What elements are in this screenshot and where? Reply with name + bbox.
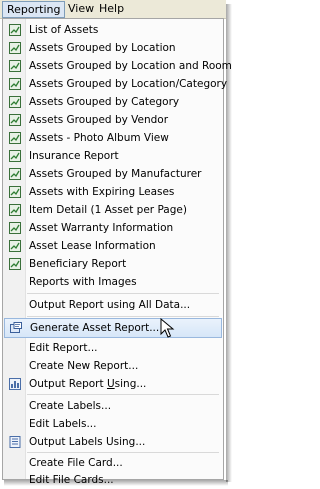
menu-item-label: Assets Grouped by Location — [29, 42, 176, 54]
menu-item-label: Output Labels Using... — [29, 436, 146, 448]
report-icon — [9, 150, 21, 162]
menu-item-grouped-by-location-room[interactable]: Assets Grouped by Location and Room — [4, 57, 232, 75]
report-icon — [9, 114, 21, 126]
menu-item-label: Assets - Photo Album View — [29, 132, 169, 144]
menu-item-label: Output Report using All Data... — [29, 299, 191, 311]
menu-view[interactable]: View — [64, 1, 98, 16]
menu-item-label: Assets with Expiring Leases — [29, 186, 175, 198]
menu-item-label: Generate Asset Report... — [30, 322, 160, 334]
menu-item-label: Create Labels... — [29, 400, 112, 412]
output-labels-icon — [9, 436, 21, 448]
menu-item-label: Beneficiary Report — [29, 258, 127, 270]
report-icon — [9, 168, 21, 180]
menu-item-label: Edit Report... — [29, 342, 98, 354]
report-icon — [9, 78, 21, 90]
menu-item-photo-album-view[interactable]: Assets - Photo Album View — [4, 129, 222, 147]
report-icon — [9, 240, 21, 252]
drop-shadow — [226, 4, 232, 482]
menu-item-output-report-all-data[interactable]: Output Report using All Data... — [4, 296, 222, 314]
menu-item-list-of-assets[interactable]: List of Assets — [4, 21, 222, 39]
report-icon — [9, 24, 21, 36]
report-icon — [9, 60, 21, 72]
menu-item-label: Item Detail (1 Asset per Page) — [29, 204, 187, 216]
reporting-dropdown-menu: List of Assets Assets Grouped by Locatio… — [2, 18, 232, 486]
report-icon — [9, 222, 21, 234]
menu-item-edit-labels[interactable]: Edit Labels... — [4, 415, 222, 433]
menu-item-label: Output Report Using... — [29, 378, 147, 390]
menu-item-create-labels[interactable]: Create Labels... — [4, 397, 222, 415]
report-icon — [9, 132, 21, 144]
menu-separator — [27, 394, 219, 395]
menu-item-label: Insurance Report — [29, 150, 119, 162]
menu-item-warranty-information[interactable]: Asset Warranty Information — [4, 219, 222, 237]
menu-item-beneficiary-report[interactable]: Beneficiary Report — [4, 255, 222, 273]
menu-item-grouped-by-category[interactable]: Assets Grouped by Category — [4, 93, 222, 111]
menu-item-lease-information[interactable]: Asset Lease Information — [4, 237, 222, 255]
menu-reporting[interactable]: Reporting — [2, 1, 66, 18]
menu-item-grouped-by-location-category[interactable]: Assets Grouped by Location/Category — [4, 75, 227, 93]
menu-item-label: Create New Report... — [29, 360, 139, 372]
report-icon — [9, 258, 21, 270]
menu-item-label: Reports with Images — [29, 276, 137, 288]
drop-shadow — [4, 480, 228, 486]
menu-separator — [27, 452, 219, 453]
menu-item-label: Asset Warranty Information — [29, 222, 174, 234]
menu-item-generate-asset-report[interactable]: Generate Asset Report... — [4, 318, 222, 338]
menu-item-grouped-by-manufacturer[interactable]: Assets Grouped by Manufacturer — [4, 165, 222, 183]
menu-item-label: Assets Grouped by Vendor — [29, 114, 169, 126]
report-icon — [9, 186, 21, 198]
report-icon — [9, 204, 21, 216]
menu-separator — [27, 316, 219, 317]
menu-item-label: Create File Card... — [29, 457, 123, 469]
menu-help[interactable]: Help — [95, 1, 128, 16]
report-icon — [9, 96, 21, 108]
menu-item-reports-with-images[interactable]: Reports with Images — [4, 273, 222, 291]
report-icon — [9, 42, 21, 54]
menu-item-label: Assets Grouped by Manufacturer — [29, 168, 202, 180]
mouse-pointer-icon — [160, 318, 175, 338]
output-report-icon — [9, 378, 21, 390]
menu-item-label: Assets Grouped by Location and Room — [29, 60, 232, 72]
menu-item-label: Assets Grouped by Location/Category — [29, 78, 228, 90]
menu-item-label: Edit Labels... — [29, 418, 97, 430]
menu-item-grouped-by-location[interactable]: Assets Grouped by Location — [4, 39, 222, 57]
menu-item-output-report-using[interactable]: Output Report Using... — [4, 375, 222, 393]
menu-item-insurance-report[interactable]: Insurance Report — [4, 147, 222, 165]
menu-item-label: Assets Grouped by Category — [29, 96, 180, 108]
menu-item-grouped-by-vendor[interactable]: Assets Grouped by Vendor — [4, 111, 222, 129]
menu-bar: Reporting View Help — [0, 0, 226, 19]
menu-item-expiring-leases[interactable]: Assets with Expiring Leases — [4, 183, 222, 201]
menu-item-edit-report[interactable]: Edit Report... — [4, 339, 222, 357]
menu-item-create-file-card[interactable]: Create File Card... — [4, 454, 222, 472]
menu-item-label: Asset Lease Information — [29, 240, 156, 252]
menu-item-create-new-report[interactable]: Create New Report... — [4, 357, 222, 375]
menu-item-output-labels-using[interactable]: Output Labels Using... — [4, 433, 222, 451]
menu-item-item-detail[interactable]: Item Detail (1 Asset per Page) — [4, 201, 222, 219]
menu-item-label: List of Assets — [29, 24, 99, 36]
generate-report-icon — [10, 322, 22, 333]
menu-separator — [27, 293, 219, 294]
